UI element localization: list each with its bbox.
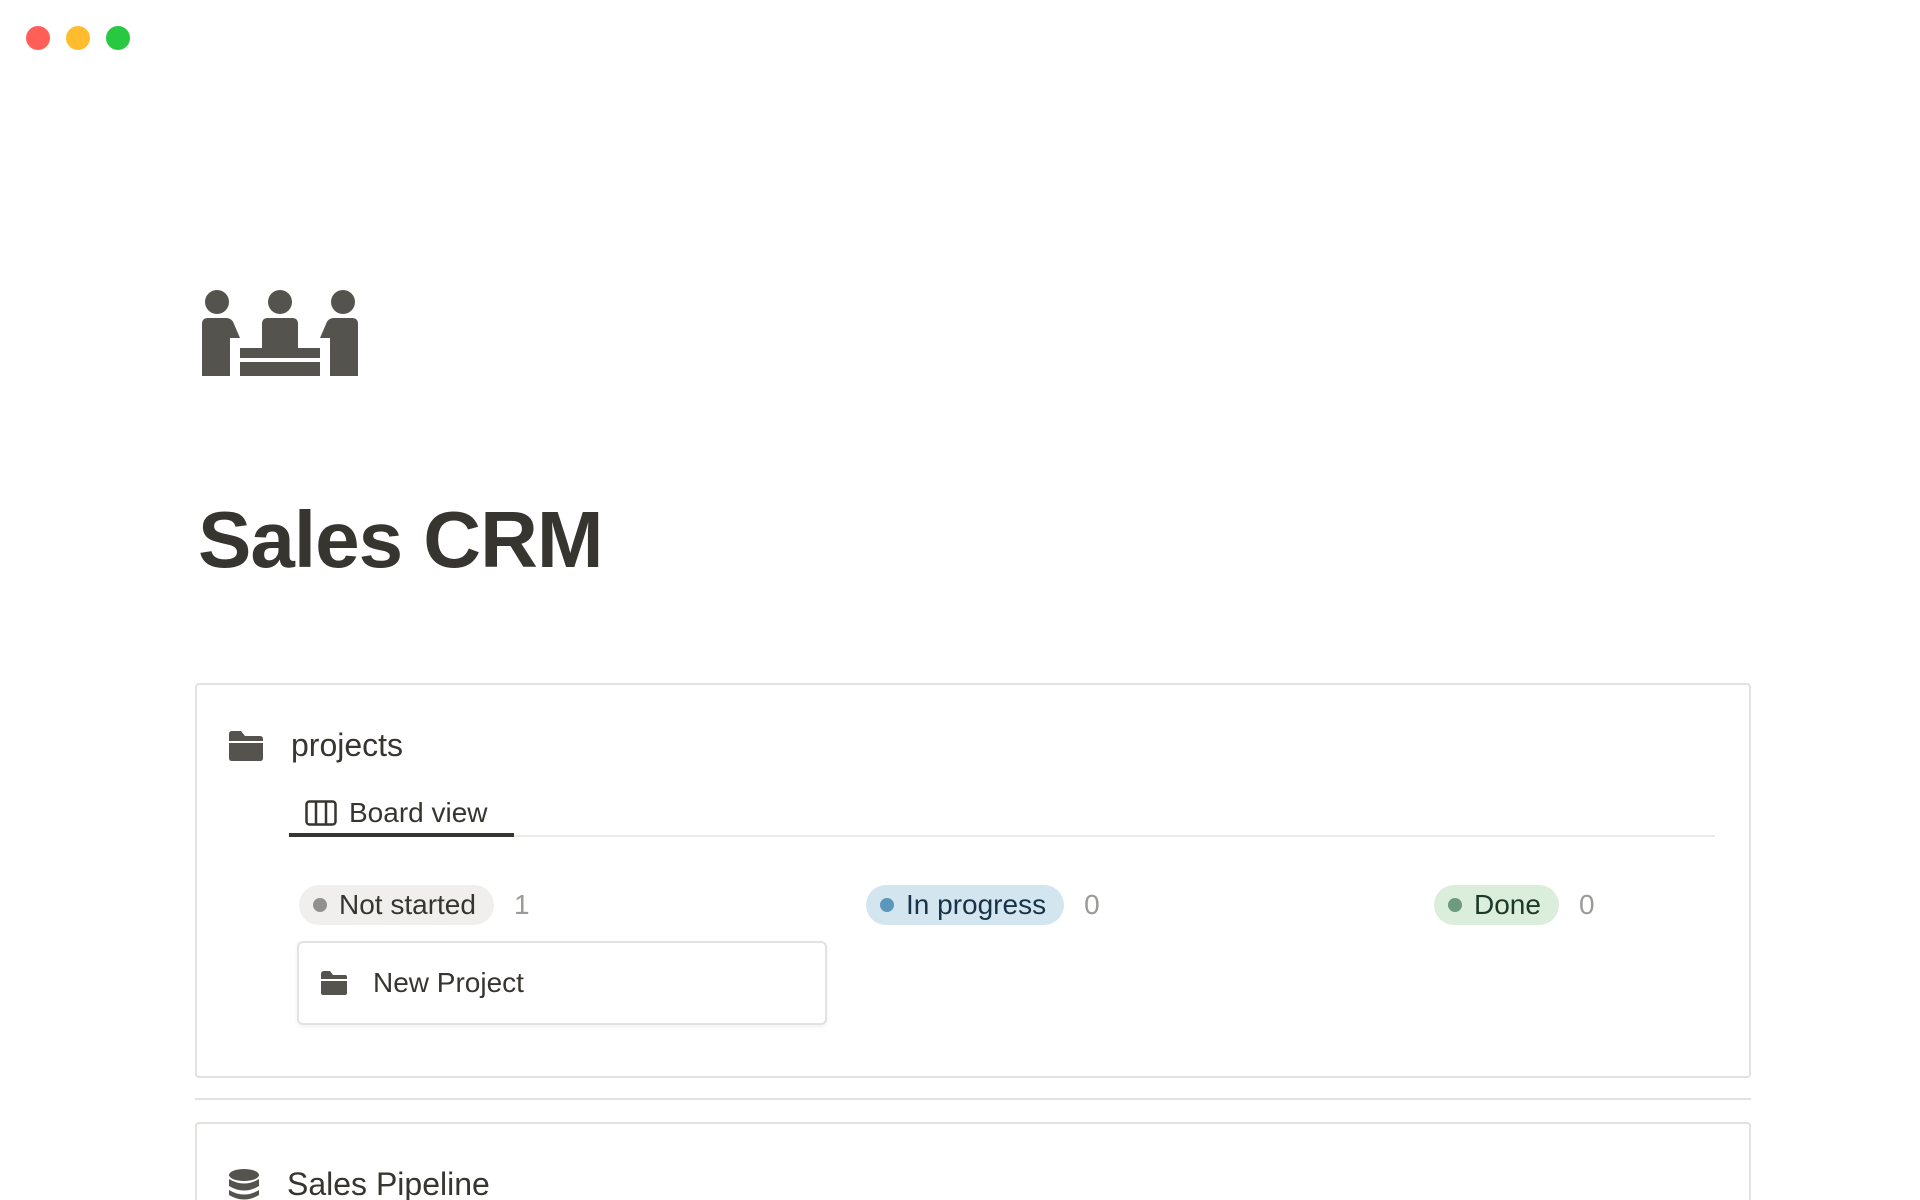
status-dot bbox=[313, 898, 327, 912]
app-window: Sales CRM projects Board view Not starte… bbox=[0, 0, 1920, 1200]
sales-pipeline-database: Sales Pipeline bbox=[195, 1122, 1751, 1200]
window-controls bbox=[26, 26, 130, 50]
folder-icon bbox=[229, 730, 263, 761]
group-not-started: Not started 1 bbox=[299, 885, 530, 925]
group-count: 0 bbox=[1578, 889, 1595, 920]
tab-board-view[interactable]: Board view bbox=[289, 793, 514, 837]
projects-database: projects Board view Not started 1 In pro… bbox=[195, 683, 1751, 1078]
database-header: Sales Pipeline bbox=[227, 1166, 490, 1200]
status-dot bbox=[1448, 898, 1462, 912]
status-badge[interactable]: Not started bbox=[299, 885, 494, 925]
board-icon bbox=[305, 800, 337, 826]
status-badge[interactable]: Done bbox=[1434, 885, 1559, 925]
board-card[interactable]: New Project bbox=[297, 941, 827, 1025]
minimize-window-button[interactable] bbox=[66, 26, 90, 50]
database-title[interactable]: projects bbox=[291, 727, 403, 764]
group-label: Not started bbox=[339, 889, 476, 920]
tab-label: Board view bbox=[349, 797, 488, 828]
group-count: 1 bbox=[513, 889, 530, 920]
database-icon bbox=[229, 1168, 259, 1199]
group-in-progress: In progress 0 bbox=[866, 885, 1100, 925]
database-title[interactable]: Sales Pipeline bbox=[287, 1166, 490, 1200]
group-done: Done 0 bbox=[1434, 885, 1595, 925]
group-label: Done bbox=[1474, 889, 1541, 920]
meeting-people-icon[interactable] bbox=[200, 290, 360, 376]
database-header: projects bbox=[227, 727, 403, 764]
status-dot bbox=[880, 898, 894, 912]
close-window-button[interactable] bbox=[26, 26, 50, 50]
maximize-window-button[interactable] bbox=[106, 26, 130, 50]
group-count: 0 bbox=[1084, 889, 1100, 920]
card-title: New Project bbox=[373, 967, 524, 998]
folder-icon bbox=[321, 971, 347, 995]
group-label: In progress bbox=[906, 889, 1047, 920]
view-tabs: Board view bbox=[289, 793, 1715, 837]
divider bbox=[195, 1098, 1751, 1100]
page-title[interactable]: Sales CRM bbox=[198, 500, 603, 580]
status-badge[interactable]: In progress bbox=[866, 885, 1065, 925]
